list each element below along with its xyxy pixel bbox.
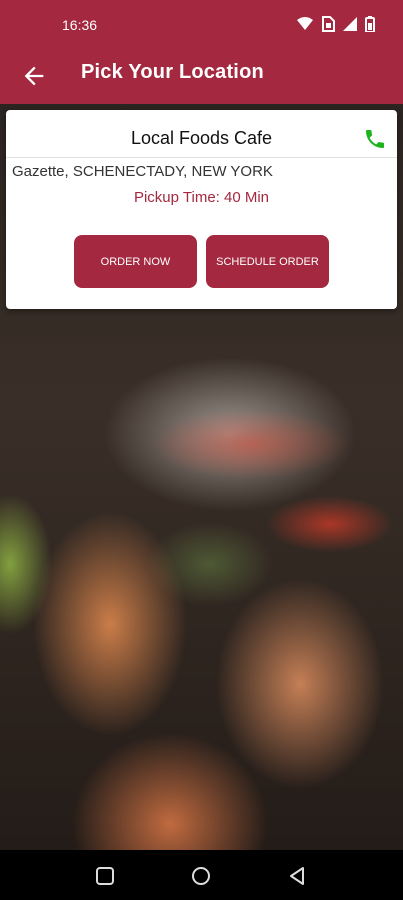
- sim-icon: [322, 16, 335, 32]
- status-bar: 16:36: [0, 0, 403, 48]
- recents-icon[interactable]: [94, 865, 116, 887]
- status-icons: [297, 16, 375, 32]
- phone-icon[interactable]: [363, 127, 387, 151]
- page-title: Pick Your Location: [81, 61, 264, 83]
- order-now-button[interactable]: ORDER NOW: [74, 235, 197, 288]
- back-icon[interactable]: [286, 865, 308, 887]
- divider: [6, 157, 397, 158]
- cafe-address: Gazette, SCHENECTADY, NEW YORK: [12, 163, 273, 180]
- location-card: Local Foods Cafe Gazette, SCHENECTADY, N…: [6, 110, 397, 309]
- app-bar: Pick Your Location: [0, 48, 403, 104]
- system-nav-bar: [0, 850, 403, 900]
- battery-icon: [365, 16, 375, 32]
- back-arrow-icon[interactable]: [20, 62, 48, 90]
- pickup-time: Pickup Time: 40 Min: [133, 189, 270, 206]
- schedule-order-button[interactable]: SCHEDULE ORDER: [206, 235, 329, 288]
- home-icon[interactable]: [190, 865, 212, 887]
- wifi-icon: [297, 17, 313, 30]
- signal-icon: [343, 17, 357, 31]
- status-time: 16:36: [62, 17, 98, 33]
- cafe-name: Local Foods Cafe: [130, 128, 273, 148]
